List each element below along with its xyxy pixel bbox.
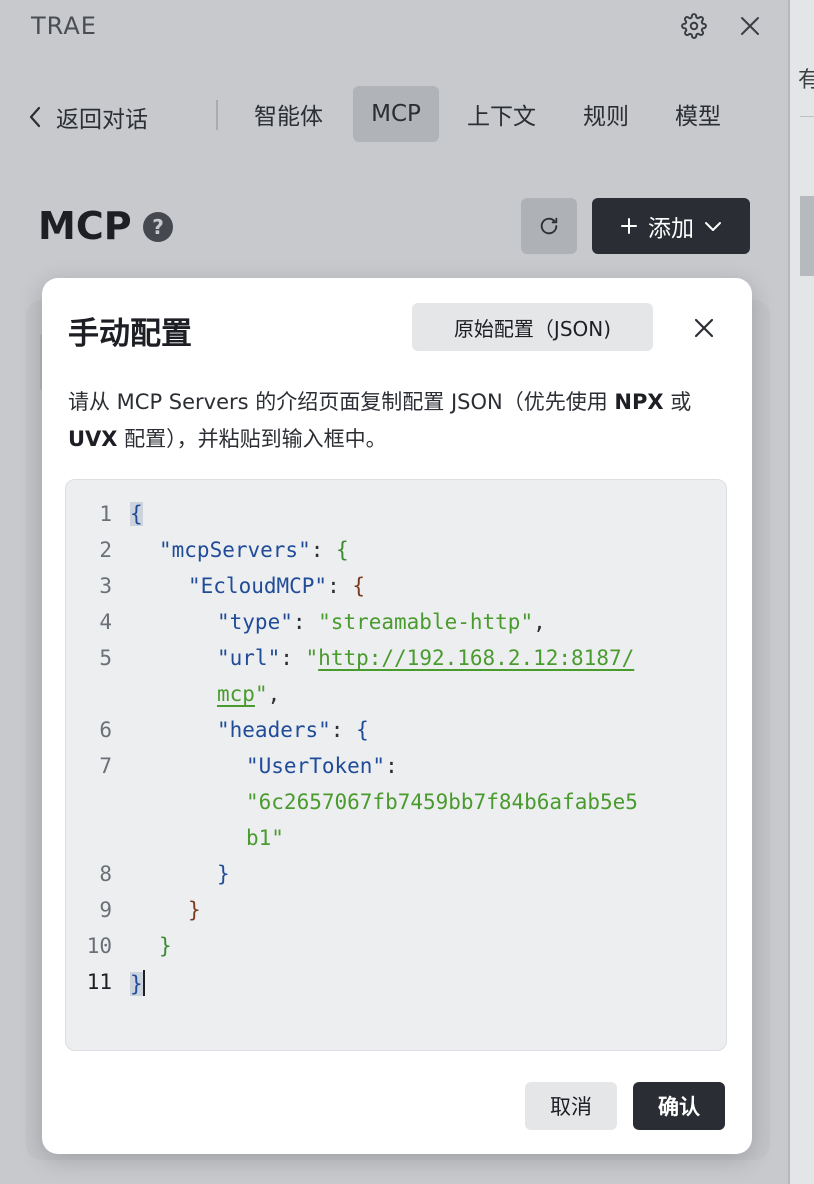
code-line: } (130, 970, 145, 996)
code-line: "headers": { (217, 718, 369, 742)
json-key: "url" (217, 646, 281, 670)
code-line-wrap: "6c2657067fb7459bb7f84b6afab5e5 (246, 790, 638, 814)
desc-text: 配置），并粘贴到输入框中。 (117, 427, 387, 451)
nav-divider (216, 100, 218, 130)
code-line: "type": "streamable-http", (217, 610, 546, 634)
punct: : (330, 718, 357, 742)
refresh-icon (540, 217, 558, 235)
code-line-wrap: mcp", (217, 682, 280, 706)
code-line: "EcloudMCP": { (188, 574, 365, 598)
desc-npx: NPX (614, 390, 664, 414)
punct: : (327, 574, 353, 598)
punct: : (292, 610, 319, 634)
json-string: " (305, 646, 319, 670)
close-icon[interactable] (734, 10, 766, 42)
text-cursor (142, 970, 145, 996)
punct: : (280, 646, 306, 670)
brace: { (130, 502, 143, 526)
desc-text: 或 (663, 390, 692, 414)
json-string: "streamable-http" (318, 610, 534, 634)
desc-text: 请从 MCP Servers 的介绍页面复制配置 JSON（优先使用 (68, 390, 615, 414)
brace: } (188, 898, 201, 922)
raw-config-button[interactable]: 原始配置（JSON) (412, 303, 653, 351)
tab-rules[interactable]: 规则 (567, 86, 645, 142)
tab-model[interactable]: 模型 (659, 86, 737, 142)
refresh-button[interactable] (521, 198, 577, 254)
desc-uvx: UVX (68, 427, 118, 451)
background-scroll-block (800, 196, 814, 276)
line-number: 10 (86, 934, 112, 958)
line-number: 7 (99, 754, 112, 778)
back-label: 返回对话 (56, 107, 148, 133)
back-to-chat-button[interactable]: 返回对话 (28, 100, 148, 134)
brace: { (356, 718, 369, 742)
json-key: "headers" (217, 718, 331, 742)
tab-agent[interactable]: 智能体 (238, 86, 339, 142)
code-line: } (188, 898, 201, 922)
url-link[interactable]: http://192.168.2.12:8187/ (318, 646, 634, 670)
brace: } (130, 972, 143, 996)
manual-config-dialog: 手动配置 原始配置（JSON) 请从 MCP Servers 的介绍页面复制配置… (42, 278, 752, 1154)
app-title: TRAE (31, 12, 97, 40)
help-icon[interactable]: ? (143, 212, 173, 242)
add-button[interactable]: 添加 (592, 198, 750, 254)
close-icon[interactable] (688, 312, 720, 344)
json-string: "6c2657067fb7459bb7f84b6afab5e5 (246, 790, 638, 814)
code-line: "UserToken": (246, 754, 398, 778)
code-line: } (159, 934, 172, 958)
line-number: 2 (99, 538, 112, 562)
url-link[interactable]: mcp (217, 682, 255, 706)
tab-mcp[interactable]: MCP (353, 86, 439, 142)
json-key: "type" (217, 610, 293, 634)
line-number-active: 11 (86, 970, 112, 994)
add-label: 添加 (648, 216, 694, 242)
chevron-left-icon (29, 106, 41, 128)
json-editor[interactable]: 1 2 3 4 5 6 7 8 9 10 11 { "mcpServers": … (65, 479, 727, 1051)
line-number: 5 (99, 646, 112, 670)
settings-nav: 返回对话 智能体 MCP 上下文 规则 模型 (0, 86, 788, 142)
json-key: "EcloudMCP" (188, 574, 328, 598)
punct: : (385, 754, 398, 778)
json-key: "mcpServers" (159, 538, 311, 562)
brace: } (159, 934, 172, 958)
line-number: 4 (99, 610, 112, 634)
tab-context[interactable]: 上下文 (451, 86, 552, 142)
background-text: 有 (798, 68, 814, 93)
chevron-down-icon (705, 222, 721, 231)
code-line: { (130, 502, 143, 526)
line-number: 6 (99, 718, 112, 742)
confirm-button[interactable]: 确认 (633, 1082, 725, 1130)
punct: , (267, 682, 281, 706)
brace: { (336, 538, 349, 562)
plus-icon (621, 218, 637, 234)
json-key: "UserToken" (246, 754, 386, 778)
punct: : (310, 538, 337, 562)
dialog-description: 请从 MCP Servers 的介绍页面复制配置 JSON（优先使用 NPX 或… (68, 384, 718, 458)
background-panel-strip: 有 (788, 0, 814, 1184)
background-divider (800, 116, 814, 117)
line-number: 9 (99, 898, 112, 922)
brace: } (217, 862, 230, 886)
code-line: "url": "http://192.168.2.12:8187/ (217, 646, 634, 670)
code-line: "mcpServers": { (159, 538, 349, 562)
dialog-title: 手动配置 (68, 316, 192, 352)
code-line: } (217, 862, 230, 886)
line-number: 3 (99, 574, 112, 598)
json-string: " (254, 682, 268, 706)
brace: { (352, 574, 366, 598)
json-string: b1" (246, 826, 284, 850)
cancel-button[interactable]: 取消 (525, 1082, 617, 1130)
line-number: 8 (99, 862, 112, 886)
gear-icon[interactable] (678, 10, 710, 42)
punct: , (533, 610, 546, 634)
code-line-wrap: b1" (246, 826, 284, 850)
page-title: MCP (38, 204, 132, 248)
line-number: 1 (99, 502, 112, 526)
